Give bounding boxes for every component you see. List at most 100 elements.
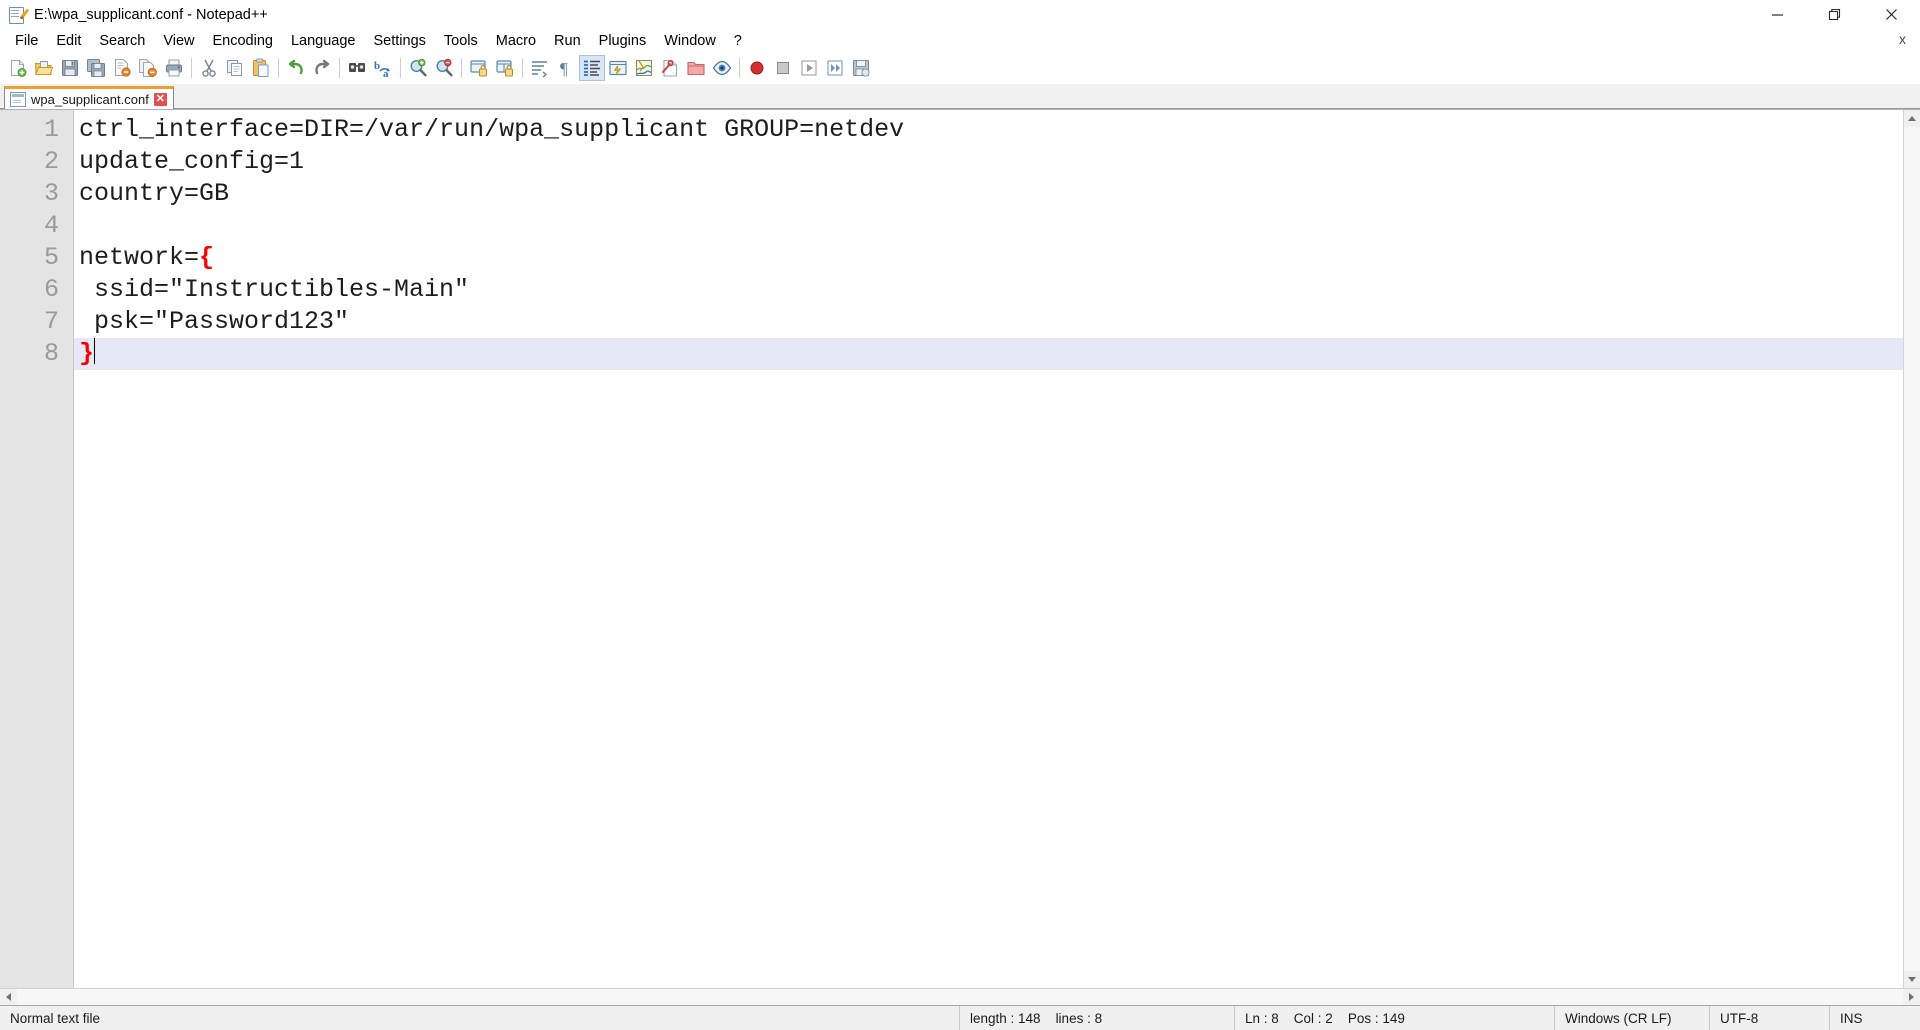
toolbar-separator bbox=[278, 58, 279, 78]
window-title: E:\wpa_supplicant.conf - Notepad++ bbox=[34, 6, 268, 23]
scroll-down-arrow[interactable] bbox=[1904, 971, 1920, 988]
stop-recording-icon[interactable] bbox=[770, 55, 796, 81]
status-insert-mode: INS bbox=[1840, 1010, 1863, 1026]
code-text: network= bbox=[79, 243, 200, 272]
code-line[interactable]: psk="Password123" bbox=[74, 306, 1903, 338]
status-eol-format: Windows (CR LF) bbox=[1555, 1005, 1710, 1030]
line-number: 4 bbox=[43, 211, 59, 240]
code-line[interactable]: country=GB bbox=[74, 178, 1903, 210]
redo-icon[interactable] bbox=[309, 55, 335, 81]
scroll-right-arrow[interactable] bbox=[1903, 989, 1920, 1005]
line-number: 7 bbox=[43, 307, 59, 336]
toolbar-separator bbox=[400, 58, 401, 78]
toolbar-separator bbox=[191, 58, 192, 78]
show-all-characters-icon[interactable]: ¶ bbox=[553, 55, 579, 81]
menu-item-encoding[interactable]: Encoding bbox=[204, 30, 282, 52]
vertical-scroll-track[interactable] bbox=[1904, 127, 1920, 971]
status-encoding: UTF-8 bbox=[1710, 1005, 1830, 1030]
zoom-out-icon[interactable] bbox=[431, 55, 457, 81]
menu-item-help[interactable]: ? bbox=[725, 30, 751, 52]
tab-bar: wpa_supplicant.conf ✕ bbox=[0, 84, 1920, 109]
line-number: 5 bbox=[43, 243, 59, 272]
code-text: ssid="Instructibles-Main" bbox=[79, 275, 470, 304]
code-line-current[interactable]: } bbox=[74, 338, 1903, 370]
line-number: 8 bbox=[43, 339, 59, 368]
scroll-up-arrow[interactable] bbox=[1904, 110, 1920, 127]
document-map-icon[interactable] bbox=[631, 55, 657, 81]
horizontal-scroll-track[interactable] bbox=[17, 989, 1903, 1005]
user-defined-dialog-icon[interactable] bbox=[605, 55, 631, 81]
code-line[interactable] bbox=[74, 210, 1903, 242]
close-button[interactable] bbox=[1863, 0, 1920, 29]
code-line[interactable]: ssid="Instructibles-Main" bbox=[74, 274, 1903, 306]
status-length: length : 148 bbox=[970, 1010, 1041, 1026]
menu-item-search[interactable]: Search bbox=[90, 30, 154, 52]
code-line[interactable]: ctrl_interface=DIR=/var/run/wpa_supplica… bbox=[74, 114, 1903, 146]
menu-item-edit[interactable]: Edit bbox=[47, 30, 90, 52]
record-macro-icon[interactable] bbox=[744, 55, 770, 81]
code-text-area[interactable]: ctrl_interface=DIR=/var/run/wpa_supplica… bbox=[74, 110, 1903, 988]
print-icon[interactable] bbox=[161, 55, 187, 81]
indent-guide-icon[interactable] bbox=[579, 55, 605, 81]
run-macro-multiple-icon[interactable] bbox=[822, 55, 848, 81]
editor-area: 1 2 3 4 5 6 7 8 ctrl_interface=DIR=/var/… bbox=[0, 109, 1920, 988]
replace-icon[interactable]: b a bbox=[370, 55, 396, 81]
zoom-in-icon[interactable] bbox=[405, 55, 431, 81]
horizontal-scrollbar[interactable] bbox=[0, 988, 1920, 1005]
menu-item-file[interactable]: File bbox=[6, 30, 47, 52]
code-text: country=GB bbox=[79, 179, 230, 208]
line-number-gutter: 1 2 3 4 5 6 7 8 bbox=[0, 110, 74, 988]
status-ln: Ln : 8 bbox=[1245, 1010, 1279, 1026]
status-length-lines: length : 148 lines : 8 bbox=[960, 1005, 1235, 1030]
text-caret bbox=[94, 338, 96, 365]
paste-icon[interactable] bbox=[248, 55, 274, 81]
sync-vertical-scrolling-icon[interactable] bbox=[466, 55, 492, 81]
find-icon[interactable] bbox=[344, 55, 370, 81]
code-line[interactable]: update_config=1 bbox=[74, 146, 1903, 178]
menu-item-macro[interactable]: Macro bbox=[487, 30, 545, 52]
svg-text:a: a bbox=[383, 68, 389, 78]
status-bar: Normal text file length : 148 lines : 8 … bbox=[0, 1005, 1920, 1030]
save-macro-icon[interactable] bbox=[848, 55, 874, 81]
play-macro-icon[interactable] bbox=[796, 55, 822, 81]
menu-bar: File Edit Search View Encoding Language … bbox=[0, 29, 1920, 53]
tab-close-icon[interactable]: ✕ bbox=[153, 92, 167, 106]
menu-item-tools[interactable]: Tools bbox=[435, 30, 487, 52]
vertical-scrollbar[interactable] bbox=[1903, 110, 1920, 988]
folder-as-workspace-icon[interactable] bbox=[683, 55, 709, 81]
undo-icon[interactable] bbox=[283, 55, 309, 81]
scroll-left-arrow[interactable] bbox=[0, 989, 17, 1005]
svg-text:b: b bbox=[374, 60, 380, 72]
new-file-icon[interactable] bbox=[5, 55, 31, 81]
open-brace: { bbox=[199, 243, 215, 272]
save-icon[interactable] bbox=[57, 55, 83, 81]
function-list-icon[interactable] bbox=[657, 55, 683, 81]
sync-horizontal-scrolling-icon[interactable] bbox=[492, 55, 518, 81]
save-all-icon[interactable] bbox=[83, 55, 109, 81]
minimize-button[interactable] bbox=[1749, 0, 1806, 29]
title-bar: E:\wpa_supplicant.conf - Notepad++ bbox=[0, 0, 1920, 29]
line-number: 2 bbox=[43, 147, 59, 176]
menu-item-settings[interactable]: Settings bbox=[364, 30, 434, 52]
menu-item-view[interactable]: View bbox=[154, 30, 203, 52]
word-wrap-icon[interactable] bbox=[527, 55, 553, 81]
close-file-icon[interactable] bbox=[109, 55, 135, 81]
code-line[interactable]: network={ bbox=[74, 242, 1903, 274]
status-document-type: Normal text file bbox=[0, 1005, 960, 1030]
copy-icon[interactable] bbox=[222, 55, 248, 81]
menu-item-run[interactable]: Run bbox=[545, 30, 590, 52]
toolbar-separator bbox=[461, 58, 462, 78]
close-all-files-icon[interactable] bbox=[135, 55, 161, 81]
menu-item-window[interactable]: Window bbox=[655, 30, 725, 52]
cut-icon[interactable] bbox=[196, 55, 222, 81]
monitoring-icon[interactable] bbox=[709, 55, 735, 81]
tab-wpa-supplicant-conf[interactable]: wpa_supplicant.conf ✕ bbox=[4, 86, 174, 109]
open-file-icon[interactable] bbox=[31, 55, 57, 81]
code-text: psk="Password123" bbox=[79, 307, 350, 336]
restore-button[interactable] bbox=[1806, 0, 1863, 29]
close-document-button[interactable]: x bbox=[1899, 31, 1906, 47]
notepad-plus-plus-icon bbox=[8, 6, 30, 24]
line-number: 6 bbox=[43, 275, 59, 304]
menu-item-plugins[interactable]: Plugins bbox=[590, 30, 656, 52]
menu-item-language[interactable]: Language bbox=[282, 30, 365, 52]
